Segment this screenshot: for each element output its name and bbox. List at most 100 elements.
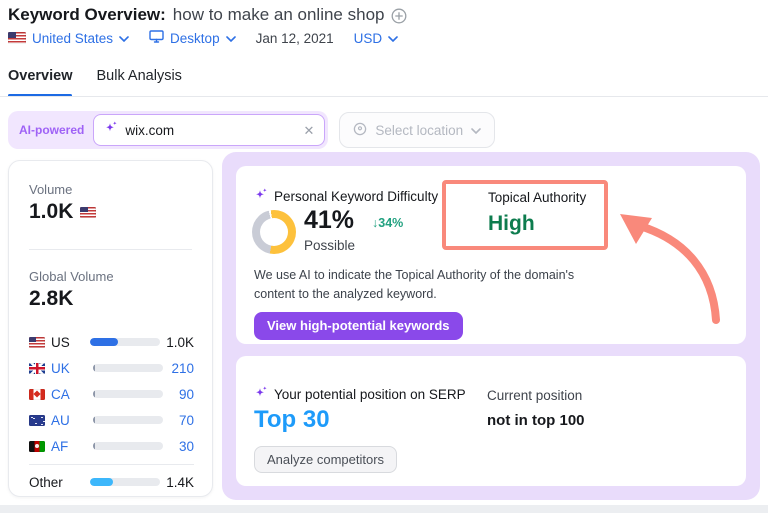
sparkles-icon [254,386,268,402]
chevron-down-icon [388,36,398,42]
topical-authority-label: Topical Authority [488,190,586,205]
divider [29,464,194,465]
country-label[interactable]: AU [51,413,87,428]
serp-title-row: Your potential position on SERP [254,386,466,402]
country-volume-bar-fill [93,390,95,398]
add-keyword-icon[interactable] [391,8,407,24]
desktop-icon [149,30,164,46]
domain-input[interactable]: wix.com ✕ [93,114,325,146]
country-volume-bar-fill [90,338,117,346]
country-row-uk[interactable]: UK 210 [29,355,194,381]
ai-powered-wrapper: AI-powered wix.com ✕ [8,111,328,149]
domain-input-value: wix.com [125,123,296,138]
chevron-down-icon [226,36,236,42]
kd-description: We use AI to indicate the Topical Author… [254,266,606,304]
view-keywords-button[interactable]: View high-potential keywords [254,312,463,340]
volume-card: Volume 1.0K Global Volume 2.8K US 1.0K UK 2… [8,160,213,497]
page-bottom-edge [0,505,768,513]
sparkles-icon [104,121,118,139]
country-volume-value[interactable]: 70 [169,413,194,428]
country-volume-bar [93,442,163,450]
volume-number: 1.0K [29,200,73,224]
select-location-placeholder: Select location [375,123,463,138]
date-label: Jan 12, 2021 [256,31,334,46]
search-row: AI-powered wix.com ✕ Select location [8,111,495,149]
global-volume-number: 2.8K [29,287,73,311]
location-dropdown-label: United States [32,31,113,46]
uk-flag-icon [29,363,45,374]
country-volume-bar [93,416,163,424]
volume-value: 1.0K [29,200,96,224]
ai-insights-panel: Personal Keyword Difficulty 41% ↓34% Pos… [222,152,760,500]
country-list: US 1.0K UK 210 CA 90 AU 70 AF 30 Other 1.4K [29,329,194,495]
location-dropdown[interactable]: United States [8,31,129,46]
country-label: US [51,335,84,350]
tab-bar: Overview Bulk Analysis [8,68,182,84]
device-dropdown-label: Desktop [170,31,220,46]
global-volume-label: Global Volume [29,269,114,284]
page-title: Keyword Overview: how to make an online … [8,5,407,25]
global-volume-value: 2.8K [29,287,73,311]
us-flag-icon [80,207,96,218]
country-volume-bar-fill [93,442,95,450]
country-volume-bar [93,364,163,372]
tab-bulk-analysis[interactable]: Bulk Analysis [97,68,182,84]
kd-percent: 41% [304,206,354,235]
filter-bar: United States Desktop Jan 12, 2021 USD [8,30,398,46]
country-row-au[interactable]: AU 70 [29,407,194,433]
serp-title: Your potential position on SERP [274,387,466,402]
country-row-af[interactable]: AF 30 [29,433,194,459]
current-position-label: Current position [487,388,582,403]
country-label[interactable]: UK [51,361,87,376]
af-flag-icon [29,441,45,452]
current-position-value: not in top 100 [487,412,585,429]
kd-status: Possible [304,238,355,253]
us-flag-icon [8,32,26,44]
page-title-keyword: how to make an online shop [173,5,385,25]
country-volume-value: 1.4K [166,475,194,490]
volume-label: Volume [29,182,72,197]
country-volume-value[interactable]: 210 [169,361,194,376]
select-location-dropdown[interactable]: Select location [339,112,495,148]
country-row-us: US 1.0K [29,329,194,355]
tab-overview[interactable]: Overview [8,68,73,84]
us-flag-icon [29,337,45,348]
country-volume-bar [90,338,160,346]
au-flag-icon [29,415,45,426]
ai-powered-badge: AI-powered [19,123,84,137]
kd-delta: ↓34% [372,216,403,230]
kd-title-row: Personal Keyword Difficulty [254,188,438,204]
keyword-difficulty-card: Personal Keyword Difficulty 41% ↓34% Pos… [236,166,746,344]
currency-dropdown-label: USD [354,31,383,46]
kd-title: Personal Keyword Difficulty [274,189,438,204]
potential-position-value: Top 30 [254,406,330,434]
location-pin-icon [353,122,367,139]
ca-flag-icon [29,389,45,400]
page-title-label: Keyword Overview: [8,5,166,25]
analyze-competitors-button[interactable]: Analyze competitors [254,446,397,473]
country-label: Other [29,475,84,490]
topical-authority-value: High [488,212,535,236]
chevron-down-icon [119,36,129,42]
country-volume-bar-fill [93,416,95,424]
country-volume-value[interactable]: 90 [169,387,194,402]
country-volume-bar [90,478,160,486]
clear-input-icon[interactable]: ✕ [303,124,314,137]
country-row-ca[interactable]: CA 90 [29,381,194,407]
country-volume-bar [93,390,163,398]
device-dropdown[interactable]: Desktop [149,30,236,46]
keyword-overview-page: Keyword Overview: how to make an online … [0,0,768,513]
country-volume-value: 1.0K [166,335,194,350]
sparkles-icon [254,188,268,204]
country-label[interactable]: AF [51,439,87,454]
country-volume-bar-fill [90,478,112,486]
divider [29,249,192,250]
chevron-down-icon [471,128,481,134]
currency-dropdown[interactable]: USD [354,31,399,46]
country-volume-bar-fill [93,364,95,372]
country-row-other: Other 1.4K [29,469,194,495]
country-label[interactable]: CA [51,387,87,402]
serp-position-card: Your potential position on SERP Top 30 C… [236,356,746,486]
kd-donut-chart [252,210,296,254]
country-volume-value[interactable]: 30 [169,439,194,454]
